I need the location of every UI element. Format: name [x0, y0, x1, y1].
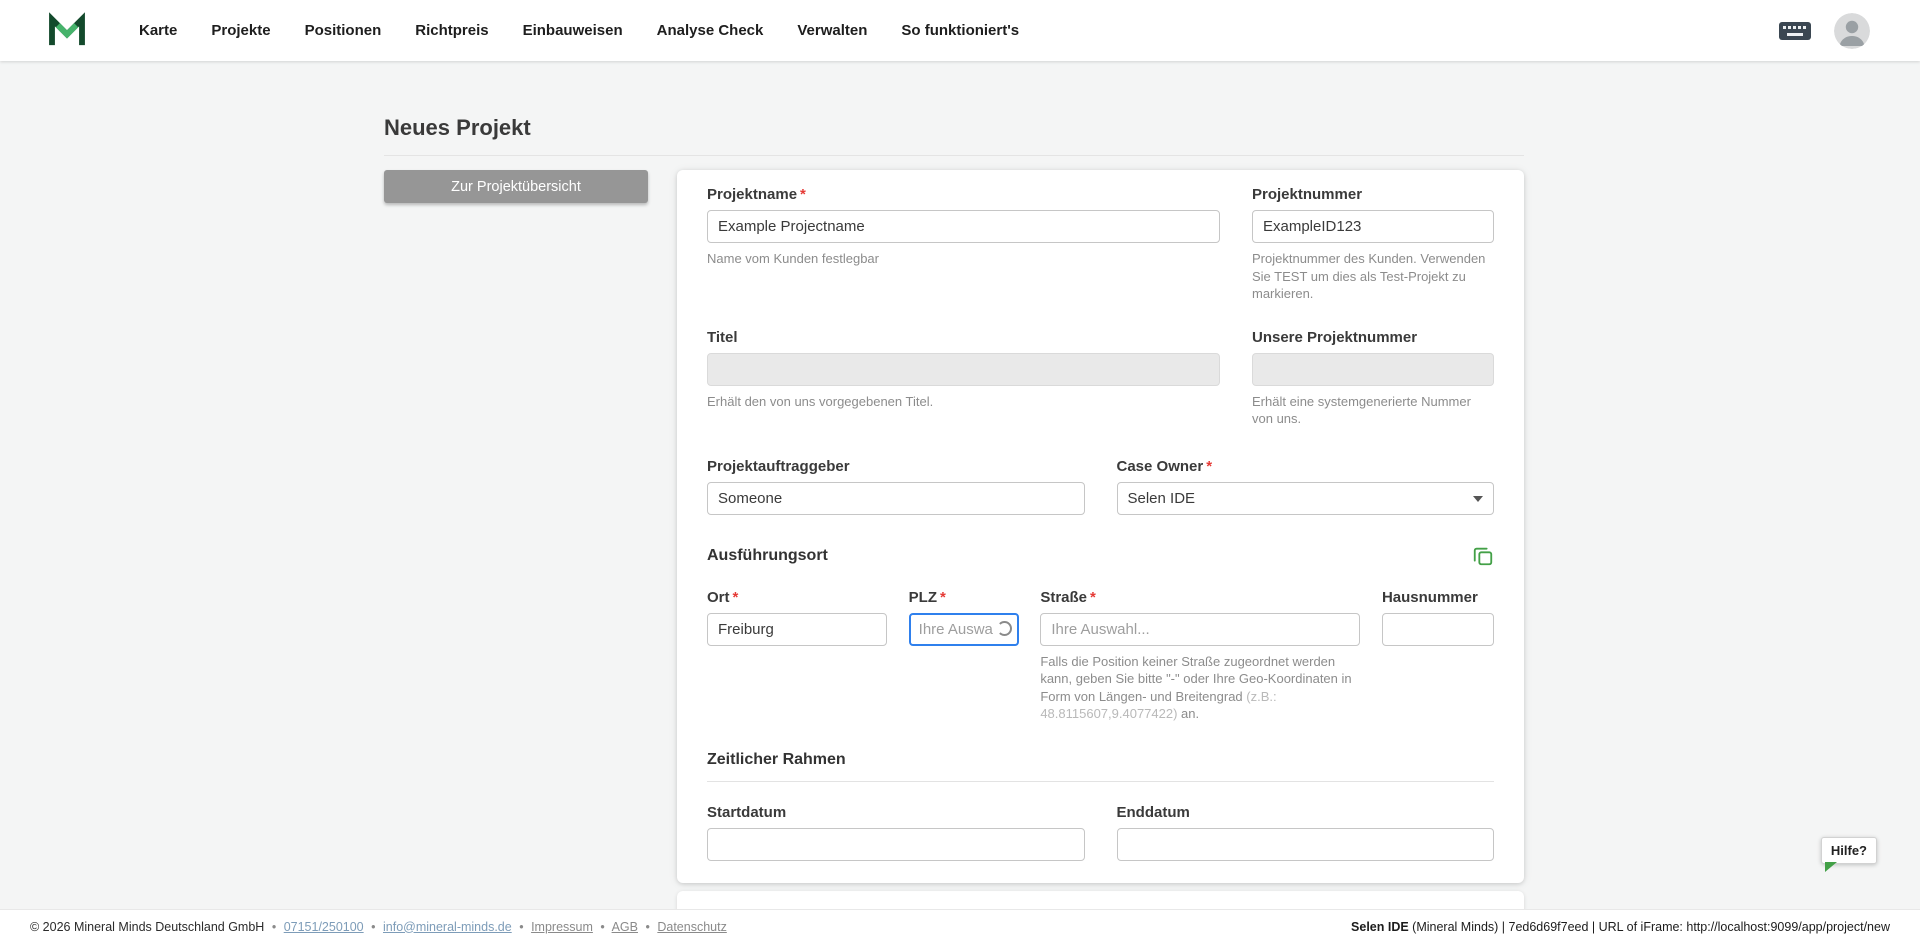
zeitlicher-rahmen-heading: Zeitlicher Rahmen — [707, 751, 1494, 782]
footer-datenschutz-link[interactable]: Datenschutz — [657, 920, 726, 934]
hausnummer-input[interactable] — [1381, 612, 1494, 646]
titel-input-disabled — [707, 352, 1220, 386]
duplicate-icon[interactable] — [1472, 545, 1494, 567]
ausfuehrungsort-heading: Ausführungsort — [707, 546, 828, 564]
ort-input[interactable] — [707, 612, 887, 646]
unsere-projektnummer-input-disabled — [1252, 352, 1494, 386]
enddatum-label: Enddatum — [1116, 803, 1190, 821]
footer-copyright: © 2026 Mineral Minds Deutschland GmbH — [30, 919, 265, 934]
footer-impressum-link[interactable]: Impressum — [531, 920, 593, 934]
required-asterisk: * — [1090, 588, 1096, 606]
nav-item-karte[interactable]: Karte — [139, 22, 177, 39]
strasse-label: Straße * — [1040, 589, 1360, 606]
ort-label-text: Ort — [707, 588, 730, 606]
nav-item-verwalten[interactable]: Verwalten — [797, 22, 867, 39]
plz-label-text: PLZ — [908, 588, 937, 606]
case-owner-select[interactable]: Selen IDE — [1116, 481, 1494, 515]
required-asterisk: * — [732, 588, 739, 606]
footer-phone-link[interactable]: 07151/250100 — [284, 920, 364, 934]
strasse-helper-text: Falls die Position keiner Straße zugeord… — [1040, 653, 1352, 704]
loading-spinner-icon — [996, 621, 1012, 637]
projektnummer-helper: Projektnummer des Kunden. Verwenden Sie … — [1252, 251, 1486, 302]
footer-bar: © 2026 Mineral Minds Deutschland GmbH • … — [0, 909, 1920, 943]
footer-agb-link[interactable]: AGB — [612, 920, 638, 934]
case-owner-selected-value: Selen IDE — [1127, 489, 1196, 507]
hausnummer-label: Hausnummer — [1381, 588, 1478, 606]
nav-item-projekte[interactable]: Projekte — [211, 22, 270, 39]
footer-left: © 2026 Mineral Minds Deutschland GmbH • … — [30, 920, 731, 934]
main-content: Neues Projekt Zur Projektübersicht Proje… — [0, 61, 1920, 913]
startdatum-input[interactable] — [707, 827, 1085, 861]
nav-item-positionen[interactable]: Positionen — [305, 22, 382, 39]
projektauftraggeber-input[interactable] — [707, 481, 1085, 515]
projektname-input[interactable] — [707, 210, 1220, 243]
enddatum-input[interactable] — [1116, 827, 1494, 861]
required-asterisk: * — [940, 588, 946, 606]
titel-label: Titel — [707, 328, 738, 346]
footer-session-rest: (Mineral Minds) | 7ed6d69f7eed | URL of … — [1408, 919, 1890, 934]
user-avatar[interactable] — [1834, 12, 1870, 49]
footer-session-user: Selen IDE — [1351, 919, 1409, 934]
nav-item-einbauweisen[interactable]: Einbauweisen — [523, 22, 623, 39]
nav-item-so-funktionierts[interactable]: So funktioniert's — [901, 22, 1019, 39]
ort-label: Ort * — [707, 589, 887, 606]
titel-helper: Erhält den von uns vorgegebenen Titel. — [707, 393, 934, 409]
footer-separator: • — [645, 919, 650, 934]
required-asterisk: * — [1206, 457, 1213, 475]
plz-label: PLZ * — [909, 589, 1019, 606]
footer-session-info: Selen IDE (Mineral Minds) | 7ed6d69f7eed… — [1351, 920, 1890, 934]
mineral-minds-logo-icon[interactable] — [47, 11, 87, 51]
unsere-projektnummer-label: Unsere Projektnummer — [1252, 328, 1418, 346]
top-navbar: Karte Projekte Positionen Richtpreis Ein… — [0, 0, 1920, 61]
projektnummer-input[interactable] — [1252, 210, 1494, 243]
chevron-down-icon — [1473, 495, 1483, 502]
strasse-input[interactable] — [1040, 612, 1361, 646]
startdatum-label: Startdatum — [707, 803, 787, 821]
page-title: Neues Projekt — [384, 115, 531, 140]
case-owner-label: Case Owner * — [1117, 458, 1495, 475]
projektauftraggeber-label: Projektauftraggeber — [707, 457, 850, 475]
keyboard-icon[interactable] — [1778, 20, 1812, 42]
strasse-helper-suffix: an. — [1177, 706, 1200, 722]
strasse-helper: Falls die Position keiner Straße zugeord… — [1040, 653, 1360, 723]
nav-item-analyse-check[interactable]: Analyse Check — [657, 22, 764, 39]
help-bubble-button[interactable]: Hilfe? — [1820, 837, 1877, 872]
projektname-label-text: Projektname — [707, 186, 798, 203]
footer-separator: • — [271, 919, 277, 934]
new-project-form-card: Projektname* Name vom Kunden festlegbar … — [677, 170, 1524, 883]
footer-separator: • — [519, 919, 524, 934]
projektname-label: Projektname * — [707, 186, 1220, 203]
case-owner-label-text: Case Owner — [1116, 457, 1204, 475]
unsere-projektnummer-helper: Erhält eine systemgenerierte Nummer von … — [1252, 393, 1471, 427]
back-to-project-overview-button[interactable]: Zur Projektübersicht — [384, 170, 648, 203]
footer-separator: • — [600, 919, 605, 934]
footer-separator: • — [371, 919, 376, 934]
projektname-helper: Name vom Kunden festlegbar — [707, 251, 879, 266]
main-navigation: Karte Projekte Positionen Richtpreis Ein… — [139, 22, 1019, 39]
footer-email-link[interactable]: info@mineral-minds.de — [383, 920, 512, 934]
required-asterisk: * — [800, 186, 806, 203]
projektnummer-label: Projektnummer — [1252, 186, 1363, 203]
nav-item-richtpreis[interactable]: Richtpreis — [415, 22, 488, 39]
strasse-label-text: Straße — [1040, 588, 1087, 606]
